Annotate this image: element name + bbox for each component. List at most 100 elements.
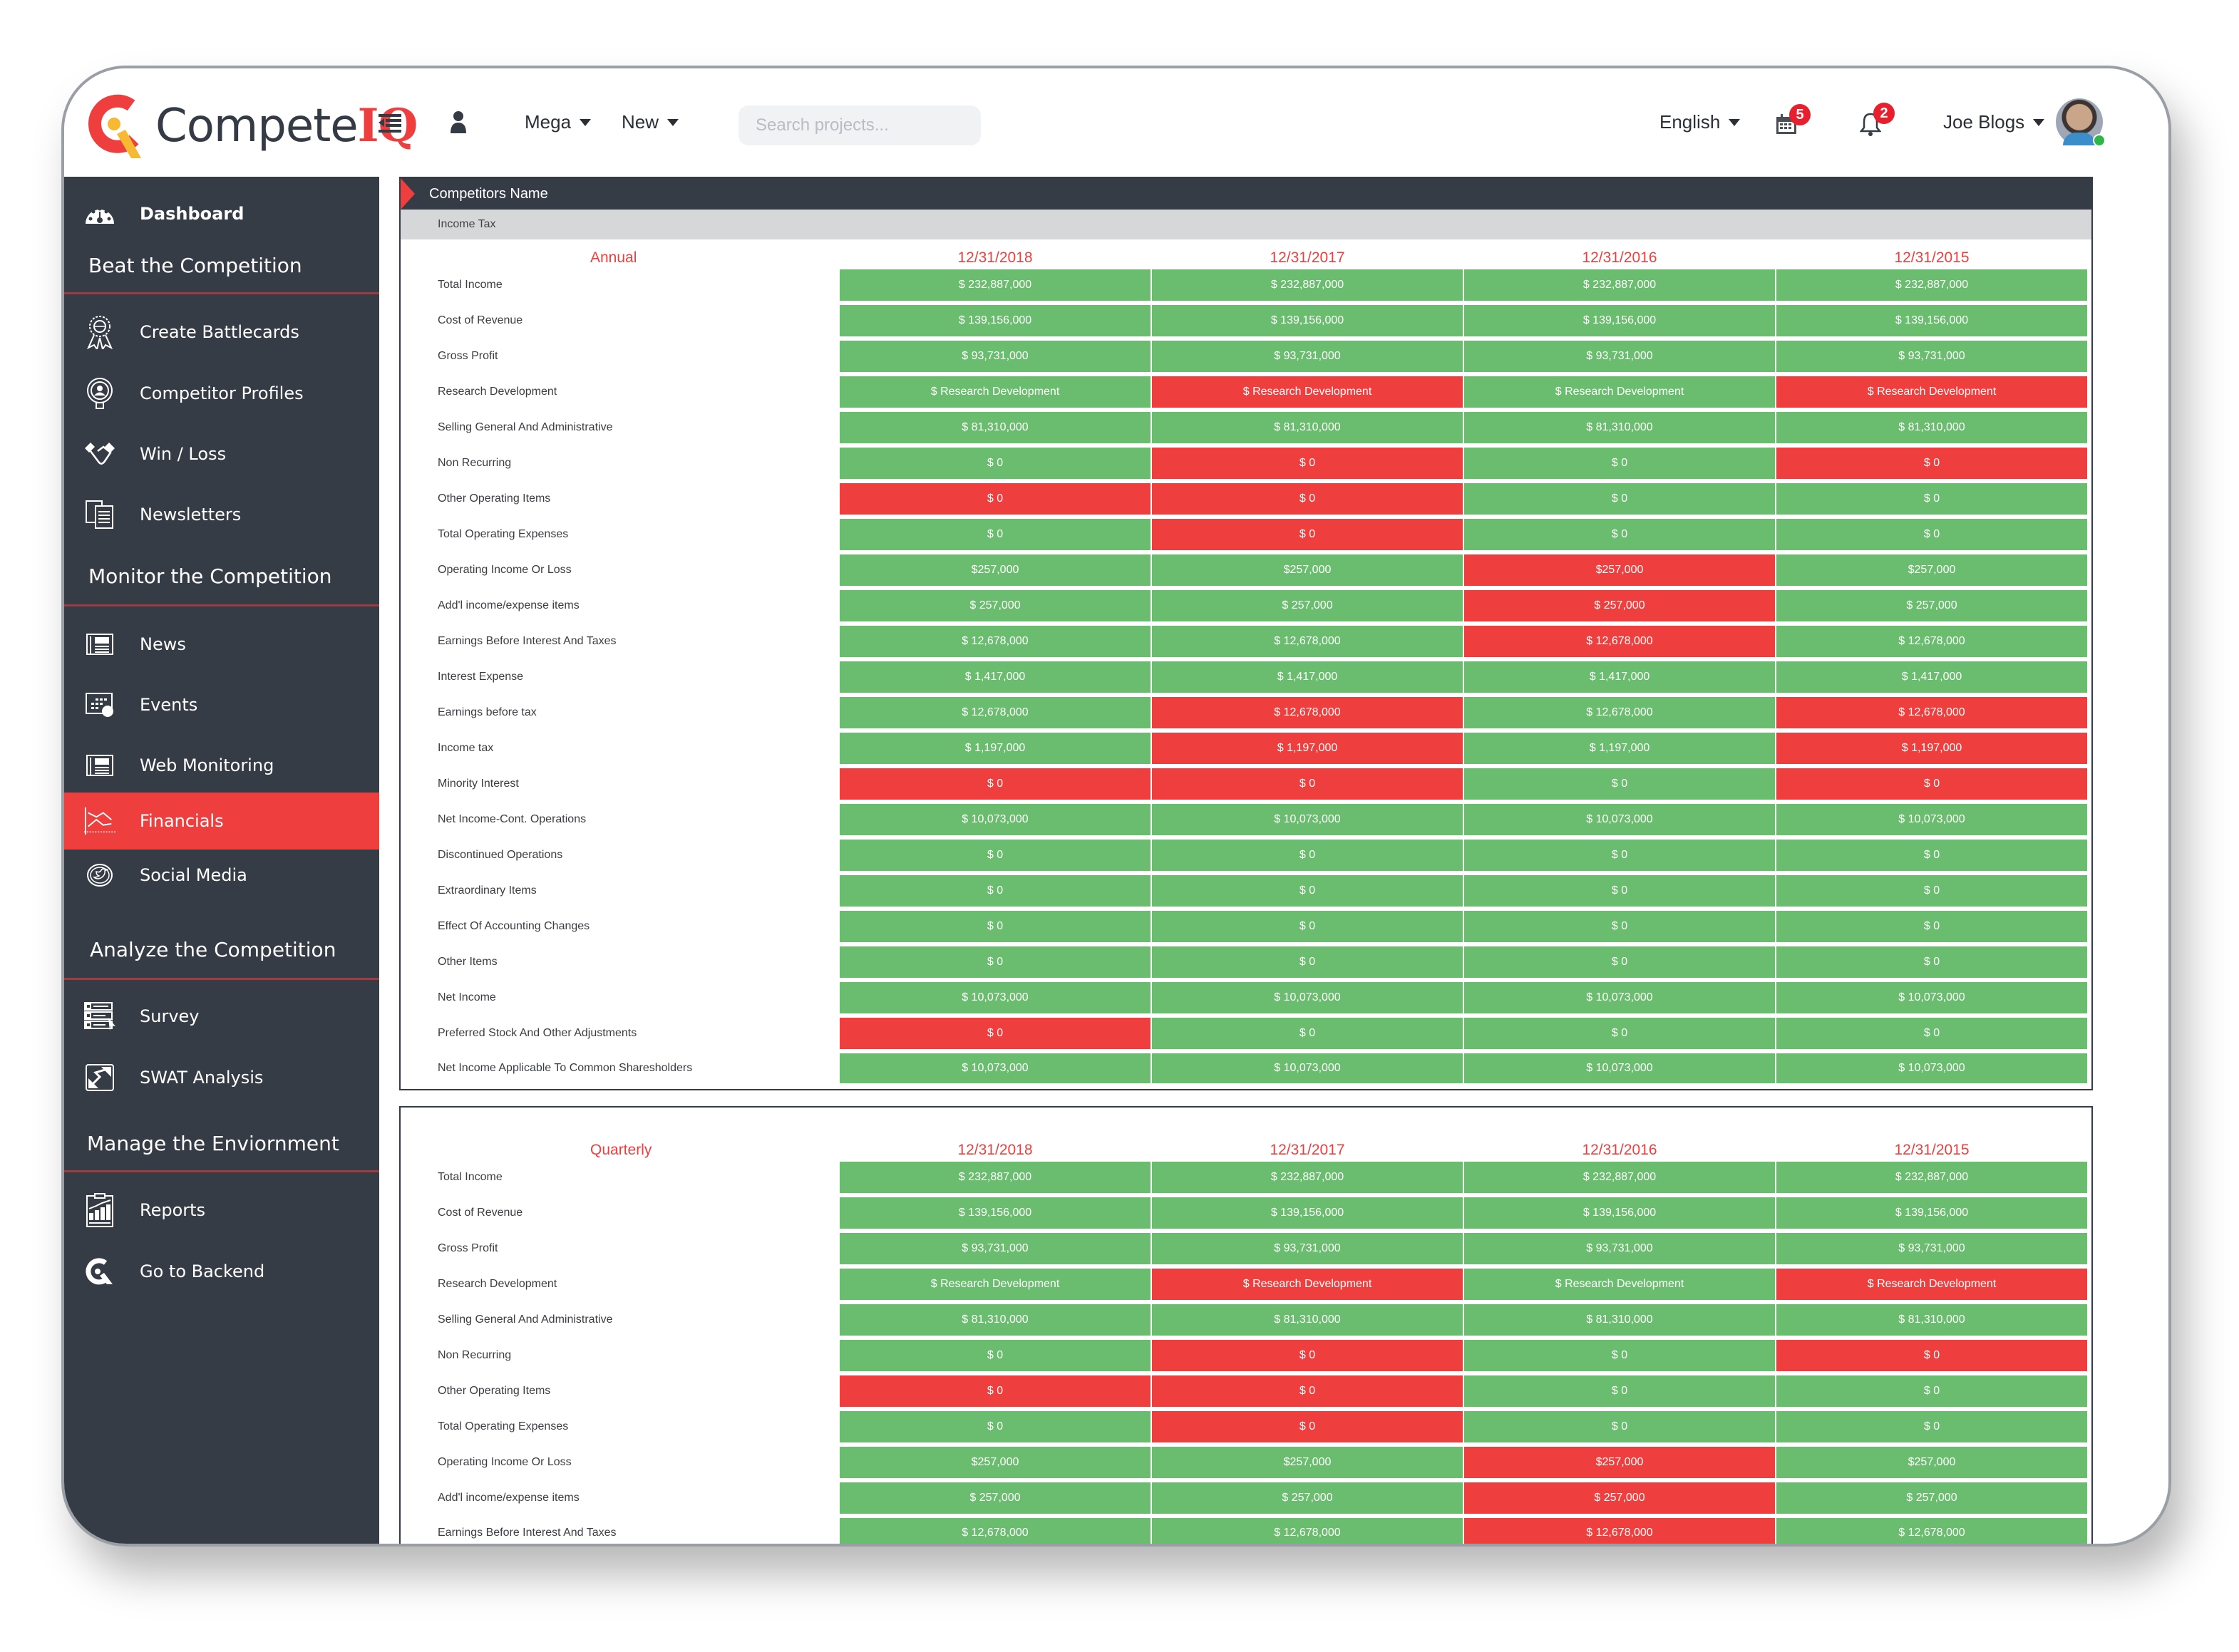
value-cell-positive: $ 10,073,000 [1776,982,2087,1018]
row-label: Operating Income Or Loss [402,1447,838,1482]
notifications-button[interactable]: 2 [1859,103,1895,137]
sidebar-item-financials[interactable]: Financials [64,793,379,850]
sidebar-item-create-battlecards[interactable]: Create Battlecards [64,304,379,361]
user-profile-icon[interactable] [448,110,469,134]
value-cell-positive: $ 0 [1152,911,1463,946]
value-cell-positive: $ 12,678,000 [1464,697,1775,733]
sidebar-item-go-to-backend[interactable]: Go to Backend [64,1243,379,1300]
value-cell-positive: $ 93,731,000 [1776,341,2087,376]
value-cell-negative: $ 12,678,000 [1776,697,2087,733]
value-cell-positive: $ 93,731,000 [840,1233,1151,1269]
sidebar-item-events[interactable]: Events [64,676,379,733]
value-cell-positive: $ 232,887,000 [840,269,1151,305]
value-cell-negative: $ 0 [1776,1340,2087,1375]
row-label: Other Operating Items [402,1375,838,1411]
section-divider [64,604,379,606]
row-label: Non Recurring [402,1340,838,1375]
table-row: Selling General And Administrative $ 81,3… [402,412,2087,448]
value-cell-positive: $ 81,310,000 [1464,1304,1775,1340]
value-cell-positive: $ Research Development [1464,376,1775,412]
calendar-event-icon [84,689,115,721]
row-label: Earnings Before Interest And Taxes [402,1518,838,1544]
value-cell-positive: $ 0 [840,1340,1151,1375]
sidebar-item-dashboard[interactable]: Dashboard [64,185,379,242]
sidebar-item-survey[interactable]: Survey [64,988,379,1045]
top-navbar: CompeteIQ Mega New English 5 2 [64,68,2168,177]
section-divider [64,292,379,294]
value-cell-positive: $ 10,073,000 [1776,804,2087,840]
competitor-name: Competitors Name [429,185,548,202]
sidebar-item-label: Competitor Profiles [140,383,304,403]
value-cell-negative: $ 0 [1152,448,1463,483]
annual-table: Annual 12/31/2018 12/31/2017 12/31/2016 … [401,239,2089,1089]
sidebar-item-label: Go to Backend [140,1261,265,1281]
online-status-indicator [2093,134,2106,147]
row-label: Earnings before tax [402,697,838,733]
value-cell-negative: $ 0 [1152,1340,1463,1375]
value-cell-positive: $ 0 [1464,840,1775,875]
row-label: Net Income [402,982,838,1018]
sidebar-item-swat-analysis[interactable]: SWAT Analysis [64,1049,379,1106]
table-row: Income tax $ 1,197,000 $ 1,197,000 $ 1,197,… [402,733,2087,768]
value-cell-positive: $ 12,678,000 [840,1518,1151,1544]
value-cell-positive: $ 10,073,000 [840,982,1151,1018]
caret-down-icon [667,118,679,126]
table-row: Total Income $ 232,887,000 $ 232,887,000 $ … [402,269,2087,305]
user-menu[interactable]: Joe Blogs [1943,111,2045,133]
row-label: Effect Of Accounting Changes [402,911,838,946]
value-cell-negative: $ 257,000 [1464,1482,1775,1518]
sidebar-item-competitor-profiles[interactable]: Competitor Profiles [64,365,379,422]
app-window: CompeteIQ Mega New English 5 2 [61,66,2171,1547]
value-cell-positive: $ 93,731,000 [1152,1233,1463,1269]
sidebar-item-web-monitoring[interactable]: Web Monitoring [64,737,379,794]
caret-down-icon [1729,118,1741,126]
value-cell-positive: $ 232,887,000 [1152,1162,1463,1197]
table-row: Total Operating Expenses $ 0 $ 0 $ 0 $ 0 [402,1411,2087,1447]
user-avatar[interactable] [2056,98,2106,147]
sidebar-item-newsletters[interactable]: Newsletters [64,486,379,543]
mega-menu[interactable]: Mega [525,111,592,133]
value-cell-negative: $ Research Development [1152,376,1463,412]
swot-arrows-icon [84,1062,115,1093]
row-label: Net Income Applicable To Common Sharesho… [402,1053,838,1089]
sidebar-item-reports[interactable]: Reports [64,1182,379,1239]
value-cell-positive: $ 93,731,000 [1464,1233,1775,1269]
value-cell-positive: $ 139,156,000 [1776,305,2087,341]
calendar-button[interactable]: 5 [1775,104,1811,135]
handshake-icon [84,438,115,470]
row-label: Selling General And Administrative [402,412,838,448]
search-input[interactable] [756,115,977,135]
brand-logo[interactable]: CompeteIQ [87,90,418,161]
newspaper-icon [84,629,115,660]
period-label: Annual [590,249,637,266]
row-label: Cost of Revenue [402,1197,838,1233]
row-label: Total Operating Expenses [402,1411,838,1447]
sidebar-item-win-loss[interactable]: Win / Loss [64,425,379,482]
row-label: Total Operating Expenses [402,519,838,554]
sidebar-item-news[interactable]: News [64,616,379,673]
table-row: Add'l income/expense items $ 257,000 $ 257… [402,590,2087,626]
sidebar-item-label: Dashboard [140,204,245,224]
value-cell-negative: $ 0 [1152,1411,1463,1447]
table-row: Non Recurring $ 0 $ 0 $ 0 $ 0 [402,1340,2087,1375]
value-cell-positive: $ 0 [840,875,1151,911]
language-selector[interactable]: English [1659,111,1741,133]
new-menu[interactable]: New [622,111,679,133]
value-cell-negative: $ Research Development [1776,1269,2087,1304]
value-cell-positive: $ 81,310,000 [1464,412,1775,448]
sidebar-item-social-media[interactable]: Social Media [64,847,379,904]
row-label: Interest Expense [402,661,838,697]
value-cell-positive: $257,000 [840,554,1151,590]
value-cell-positive: $ 93,731,000 [1776,1233,2087,1269]
sidebar-toggle-icon[interactable] [378,113,402,134]
flag-marker-icon [401,178,415,210]
value-cell-positive: $ 0 [1776,946,2087,982]
value-cell-positive: $ 12,678,000 [1152,1518,1463,1544]
value-cell-positive: $ 81,310,000 [1152,412,1463,448]
value-cell-positive: $ 139,156,000 [1776,1197,2087,1233]
value-cell-positive: $ 0 [1152,946,1463,982]
value-cell-positive: $ 81,310,000 [1776,1304,2087,1340]
value-cell-positive: $ 10,073,000 [1152,804,1463,840]
value-cell-positive: $ 10,073,000 [1776,1053,2087,1089]
table-row: Operating Income Or Loss $257,000 $257,000… [402,554,2087,590]
